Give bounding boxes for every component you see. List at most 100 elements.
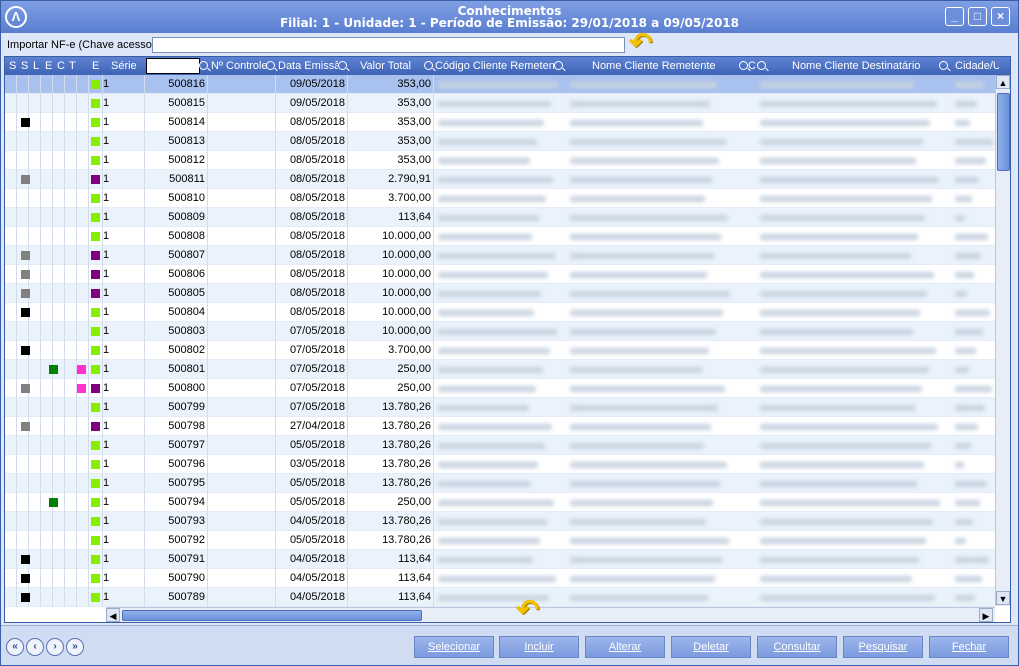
scroll-left-icon[interactable]: ◀ [106, 608, 120, 622]
table-row[interactable]: 1 500801 07/05/2018 250,00 [5, 360, 995, 379]
previous-record-button[interactable]: ‹ [26, 638, 44, 656]
table-row[interactable]: 1 500799 07/05/2018 13.780,26 [5, 398, 995, 417]
redacted-cell [570, 158, 719, 164]
redacted-cell [760, 481, 917, 487]
close-button[interactable]: × [991, 7, 1010, 26]
scroll-right-icon[interactable]: ▶ [979, 608, 993, 622]
fechar-button[interactable]: Fechar [929, 636, 1009, 658]
horizontal-scroll-thumb[interactable] [122, 610, 422, 621]
e-flag-icon [91, 194, 100, 203]
header-codigo-remetente[interactable]: Código Cliente Remetente [435, 57, 555, 75]
table-row[interactable]: 1 500811 08/05/2018 2.790,91 [5, 170, 995, 189]
header-valor-total[interactable]: Valor Total [360, 57, 411, 75]
horizontal-scrollbar[interactable]: ◀ ▶ [106, 607, 995, 622]
header-cidade[interactable]: Cidade/U [955, 57, 999, 75]
flag-cell [41, 379, 53, 398]
redacted-cell [955, 367, 969, 373]
search-icon[interactable] [939, 61, 948, 70]
controle-cell: 500805 [145, 284, 208, 303]
search-icon[interactable] [266, 61, 275, 70]
search-icon[interactable] [199, 61, 208, 70]
alterar-button[interactable]: Alterar [585, 636, 665, 658]
search-icon[interactable] [554, 61, 563, 70]
redacted-cell [955, 215, 965, 221]
header-flag-l[interactable]: L [33, 57, 39, 75]
flag-cell [5, 189, 17, 208]
table-row[interactable]: 1 500790 04/05/2018 113,64 [5, 569, 995, 588]
table-row[interactable]: 1 500815 09/05/2018 353,00 [5, 94, 995, 113]
search-icon[interactable] [757, 61, 766, 70]
nfe-key-input[interactable] [152, 37, 625, 53]
flag-cell [5, 550, 17, 569]
table-row[interactable]: 1 500793 04/05/2018 13.780,26 [5, 512, 995, 531]
first-record-button[interactable]: « [6, 638, 24, 656]
table-row[interactable]: 1 500807 08/05/2018 10.000,00 [5, 246, 995, 265]
header-flag-s2[interactable]: S [21, 57, 28, 75]
header-flag-s1[interactable]: S [9, 57, 16, 75]
redacted-cell [760, 386, 922, 392]
redacted-cell [570, 310, 723, 316]
flag-cell [29, 265, 41, 284]
table-row[interactable]: 1 500796 03/05/2018 13.780,26 [5, 455, 995, 474]
flag-cell [65, 569, 77, 588]
controle-spacer-cell [208, 113, 276, 132]
table-row[interactable]: 1 500795 05/05/2018 13.780,26 [5, 474, 995, 493]
table-row[interactable]: 1 500789 04/05/2018 113,64 [5, 588, 995, 607]
flag-cell [41, 227, 53, 246]
header-flag-e2[interactable]: E [92, 57, 99, 75]
header-nome-destinatario[interactable]: Nome Cliente Destinatário [792, 57, 920, 75]
table-row[interactable]: 1 500802 07/05/2018 3.700,00 [5, 341, 995, 360]
redacted-cell [438, 348, 550, 354]
flag-cell [77, 113, 89, 132]
table-row[interactable]: 1 500810 08/05/2018 3.700,00 [5, 189, 995, 208]
header-controle[interactable]: Nº Controle [211, 57, 268, 75]
header-nome-remetente[interactable]: Nome Cliente Remetente [592, 57, 716, 75]
deletar-button[interactable]: Deletar [671, 636, 751, 658]
vertical-scrollbar[interactable]: ▲ ▼ [995, 75, 1010, 606]
table-row[interactable]: 1 500805 08/05/2018 10.000,00 [5, 284, 995, 303]
maximize-button[interactable]: □ [968, 7, 987, 26]
pesquisar-button[interactable]: Pesquisar [843, 636, 923, 658]
redacted-cell [438, 557, 533, 563]
consultar-button[interactable]: Consultar [757, 636, 837, 658]
minimize-button[interactable]: _ [945, 7, 964, 26]
table-row[interactable]: 1 500808 08/05/2018 10.000,00 [5, 227, 995, 246]
header-flag-c[interactable]: C [57, 57, 65, 75]
header-c[interactable]: C [748, 57, 756, 75]
header-flag-e[interactable]: E [45, 57, 52, 75]
last-record-button[interactable]: » [66, 638, 84, 656]
search-icon[interactable] [338, 61, 347, 70]
table-row[interactable]: 1 500806 08/05/2018 10.000,00 [5, 265, 995, 284]
next-record-button[interactable]: › [46, 638, 64, 656]
header-serie[interactable]: Série [111, 57, 137, 75]
table-row[interactable]: 1 500794 05/05/2018 250,00 [5, 493, 995, 512]
table-row[interactable]: 1 500791 04/05/2018 113,64 [5, 550, 995, 569]
table-row[interactable]: 1 500792 05/05/2018 13.780,26 [5, 531, 995, 550]
table-row[interactable]: 1 500798 27/04/2018 13.780,26 [5, 417, 995, 436]
scroll-up-icon[interactable]: ▲ [996, 75, 1010, 89]
flag-cell [5, 493, 17, 512]
scroll-down-icon[interactable]: ▼ [996, 591, 1010, 605]
table-row[interactable]: 1 500813 08/05/2018 353,00 [5, 132, 995, 151]
header-data-emissao[interactable]: Data Emissão [278, 57, 338, 75]
table-row[interactable]: 1 500809 08/05/2018 113,64 [5, 208, 995, 227]
table-row[interactable]: 1 500816 09/05/2018 353,00 [5, 75, 995, 94]
selecionar-button[interactable]: Selecionar [414, 636, 494, 658]
search-icon[interactable] [424, 61, 433, 70]
table-row[interactable]: 1 500800 07/05/2018 250,00 [5, 379, 995, 398]
incluir-button[interactable]: Incluir [499, 636, 579, 658]
table-row[interactable]: 1 500804 08/05/2018 10.000,00 [5, 303, 995, 322]
vertical-scroll-thumb[interactable] [997, 93, 1010, 171]
table-row[interactable]: 1 500812 08/05/2018 353,00 [5, 151, 995, 170]
flag-cell [5, 75, 17, 94]
flag-cell [53, 531, 65, 550]
table-row[interactable]: 1 500814 08/05/2018 353,00 [5, 113, 995, 132]
table-row[interactable]: 1 500797 05/05/2018 13.780,26 [5, 436, 995, 455]
table-row[interactable]: 1 500803 07/05/2018 10.000,00 [5, 322, 995, 341]
flag-cell [65, 189, 77, 208]
data-emissao-cell: 08/05/2018 [276, 151, 348, 170]
serie-filter-input[interactable] [146, 58, 200, 74]
redacted-cell [955, 272, 974, 278]
header-flag-t[interactable]: T [69, 57, 76, 75]
search-icon[interactable] [739, 61, 748, 70]
